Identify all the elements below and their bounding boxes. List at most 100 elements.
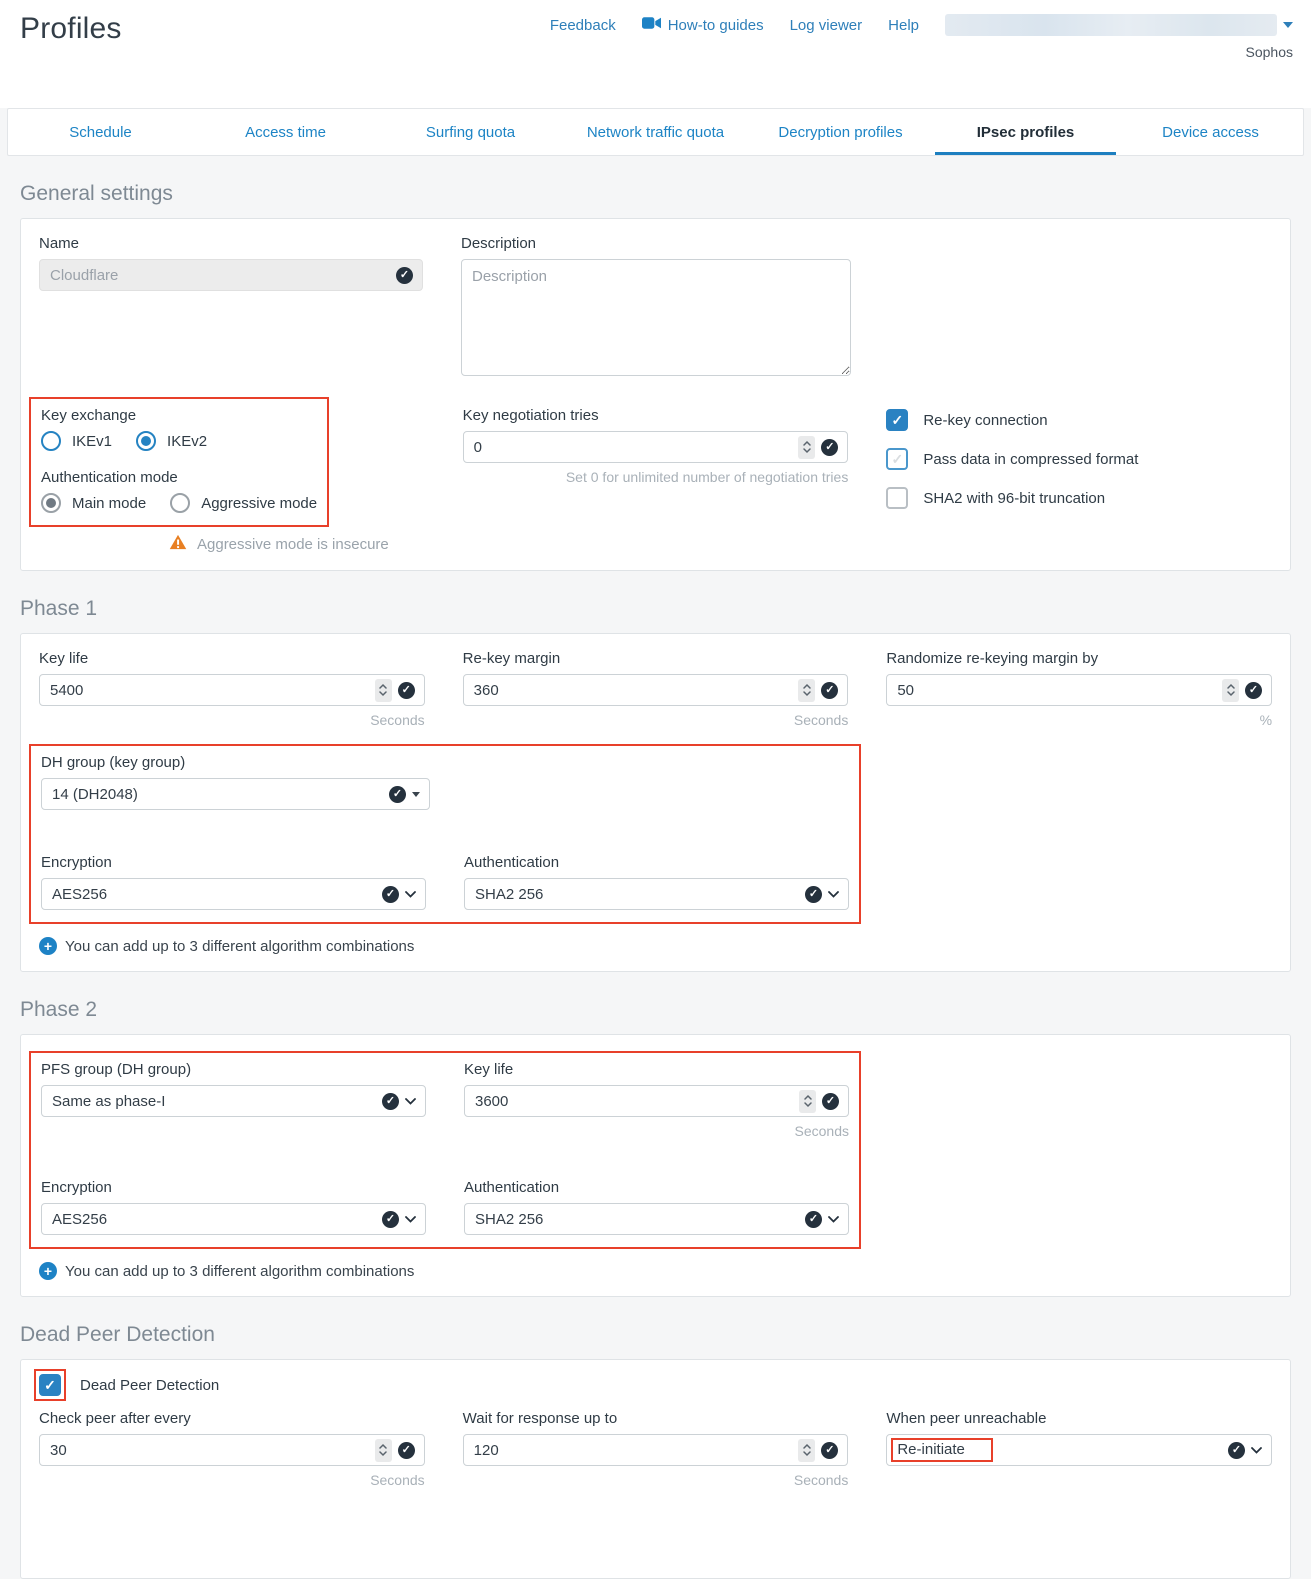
unit-label: Seconds — [463, 712, 849, 728]
dpd-check-peer-field: ✓ — [39, 1434, 425, 1466]
highlight-box-phase2-algorithms: PFS group (DH group) Same as phase-I ✓ K… — [29, 1051, 861, 1249]
brand-label: Sophos — [1246, 44, 1293, 60]
phase2-add-combination: + You can add up to 3 different algorith… — [39, 1262, 1272, 1280]
chevron-down-icon — [405, 1210, 416, 1228]
phase2-key-life-field: ✓ — [464, 1085, 849, 1117]
phase1-encryption-label: Encryption — [41, 854, 426, 871]
chevron-down-icon — [405, 885, 416, 903]
description-label: Description — [461, 235, 850, 252]
tab-network-traffic-quota[interactable]: Network traffic quota — [563, 109, 748, 155]
phase1-randomize-field: ✓ — [886, 674, 1272, 706]
name-input[interactable] — [50, 267, 396, 284]
number-stepper[interactable] — [799, 1090, 816, 1113]
phase1-randomize-label: Randomize re-keying margin by — [886, 650, 1272, 667]
warning-triangle-icon — [169, 534, 187, 554]
checkbox-rekey-connection[interactable]: ✓ Re-key connection — [886, 409, 1272, 431]
number-stepper[interactable] — [798, 436, 815, 459]
chevron-down-icon — [828, 1210, 839, 1228]
dpd-wait-response-input[interactable] — [474, 1442, 799, 1459]
description-textarea[interactable] — [461, 259, 851, 376]
tab-access-time[interactable]: Access time — [193, 109, 378, 155]
radio-aggressive-mode[interactable]: Aggressive mode — [170, 493, 317, 513]
phase1-dh-group-select[interactable]: 14 (DH2048) ✓ — [41, 778, 430, 810]
unit-label: Seconds — [39, 712, 425, 728]
phase2-encryption-select[interactable]: AES256 ✓ — [41, 1203, 426, 1235]
phase2-key-life-label: Key life — [464, 1061, 849, 1078]
phase1-dh-group-label: DH group (key group) — [41, 754, 430, 771]
radio-selected-icon — [136, 431, 156, 451]
phase2-pfs-group-select[interactable]: Same as phase-I ✓ — [41, 1085, 426, 1117]
key-negotiation-input[interactable] — [474, 439, 799, 456]
valid-check-icon: ✓ — [805, 886, 822, 903]
number-stepper[interactable] — [375, 679, 392, 702]
dpd-when-unreachable-select[interactable]: Re-initiate ✓ — [886, 1434, 1272, 1466]
dpd-enable-label: Dead Peer Detection — [80, 1377, 219, 1394]
valid-check-icon: ✓ — [396, 267, 413, 284]
number-stepper[interactable] — [798, 679, 815, 702]
log-viewer-link[interactable]: Log viewer — [790, 17, 863, 34]
general-settings-card: Name ✓ Description Key exchange — [20, 218, 1291, 571]
highlight-box-phase1-algorithms: DH group (key group) 14 (DH2048) ✓ Encry… — [29, 744, 861, 924]
howto-guides-link[interactable]: How-to guides — [642, 16, 764, 34]
radio-icon — [41, 431, 61, 451]
checkbox-unchecked-icon: ✓ — [886, 448, 908, 470]
radio-ikev2[interactable]: IKEv2 — [136, 431, 207, 451]
unit-label: Seconds — [39, 1472, 425, 1488]
valid-check-icon: ✓ — [382, 886, 399, 903]
user-menu[interactable] — [945, 14, 1293, 36]
section-heading-general-settings: General settings — [20, 182, 1291, 206]
phase1-rekey-margin-label: Re-key margin — [463, 650, 849, 667]
dpd-check-peer-label: Check peer after every — [39, 1410, 425, 1427]
phase1-authentication-select[interactable]: SHA2 256 ✓ — [464, 878, 849, 910]
checkbox-checked-icon: ✓ — [886, 409, 908, 431]
key-negotiation-field: ✓ — [463, 431, 849, 463]
valid-check-icon: ✓ — [389, 786, 406, 803]
checkbox-pass-data-compressed[interactable]: ✓ Pass data in compressed format — [886, 448, 1272, 470]
redacted-account-name — [945, 14, 1277, 36]
phase1-add-combination: + You can add up to 3 different algorith… — [39, 937, 1272, 955]
tab-ipsec-profiles[interactable]: IPsec profiles — [933, 109, 1118, 155]
top-nav: Feedback How-to guides Log viewer Help — [550, 14, 1293, 36]
help-link[interactable]: Help — [888, 17, 919, 34]
phase2-key-life-input[interactable] — [475, 1093, 799, 1110]
valid-check-icon: ✓ — [805, 1211, 822, 1228]
number-stepper[interactable] — [1222, 679, 1239, 702]
highlight-box-key-exchange: Key exchange IKEv1 IKEv2 Authentication … — [29, 397, 329, 527]
add-icon[interactable]: + — [39, 937, 57, 955]
key-negotiation-label: Key negotiation tries — [463, 407, 849, 424]
chevron-down-icon — [828, 885, 839, 903]
phase1-rekey-margin-input[interactable] — [474, 682, 799, 699]
phase1-randomize-input[interactable] — [897, 682, 1222, 699]
radio-gray-icon — [170, 493, 190, 513]
active-tab-underline — [935, 152, 1116, 155]
feedback-link[interactable]: Feedback — [550, 17, 616, 34]
valid-check-icon: ✓ — [821, 682, 838, 699]
radio-main-mode[interactable]: Main mode — [41, 493, 146, 513]
radio-ikev1[interactable]: IKEv1 — [41, 431, 112, 451]
radio-selected-gray-icon — [41, 493, 61, 513]
number-stepper[interactable] — [798, 1439, 815, 1462]
tab-device-access[interactable]: Device access — [1118, 109, 1303, 155]
add-icon[interactable]: + — [39, 1262, 57, 1280]
unit-label: % — [886, 712, 1272, 728]
number-stepper[interactable] — [375, 1439, 392, 1462]
profile-tabs: Schedule Access time Surfing quota Netwo… — [7, 108, 1304, 156]
phase1-key-life-input[interactable] — [50, 682, 375, 699]
phase2-pfs-group-label: PFS group (DH group) — [41, 1061, 426, 1078]
valid-check-icon: ✓ — [398, 682, 415, 699]
dropdown-triangle-icon — [412, 792, 420, 797]
dpd-wait-response-field: ✓ — [463, 1434, 849, 1466]
checkbox-sha2-truncation[interactable]: SHA2 with 96-bit truncation — [886, 487, 1272, 509]
name-label: Name — [39, 235, 423, 252]
tab-schedule[interactable]: Schedule — [8, 109, 193, 155]
dpd-check-peer-input[interactable] — [50, 1442, 375, 1459]
tab-surfing-quota[interactable]: Surfing quota — [378, 109, 563, 155]
dpd-enable-checkbox[interactable]: ✓ — [39, 1374, 61, 1396]
name-field: ✓ — [39, 259, 423, 291]
phase1-rekey-margin-field: ✓ — [463, 674, 849, 706]
phase2-authentication-select[interactable]: SHA2 256 ✓ — [464, 1203, 849, 1235]
tab-decryption-profiles[interactable]: Decryption profiles — [748, 109, 933, 155]
phase1-encryption-select[interactable]: AES256 ✓ — [41, 878, 426, 910]
chevron-down-icon — [1251, 1441, 1262, 1459]
auth-mode-label: Authentication mode — [41, 469, 317, 486]
